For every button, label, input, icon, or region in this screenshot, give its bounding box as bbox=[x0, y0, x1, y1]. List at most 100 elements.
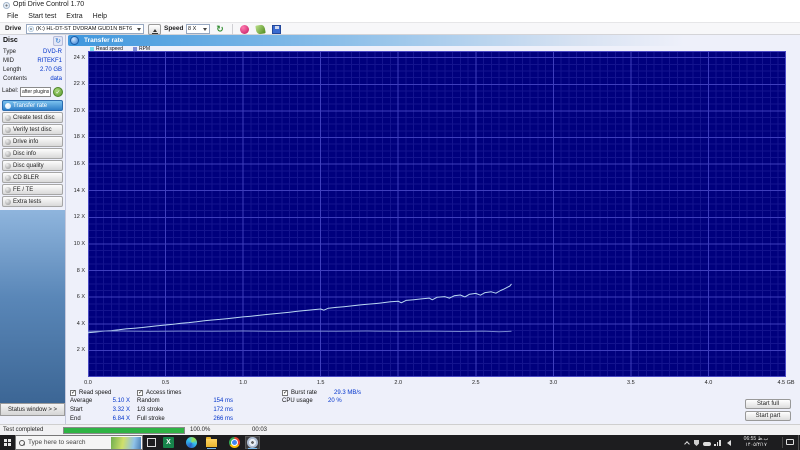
sidebar-item-transfer-rate[interactable]: Transfer rate bbox=[2, 100, 63, 111]
shield-icon[interactable] bbox=[694, 440, 699, 446]
sidebar-item-label: Create test disc bbox=[13, 114, 55, 121]
panel-header: Transfer rate bbox=[68, 35, 794, 46]
disc-info-value: DVD-R bbox=[43, 49, 62, 55]
stat-label: Average bbox=[70, 398, 93, 404]
toolbar-separator bbox=[232, 24, 233, 35]
sidebar-item-disc-quality[interactable]: Disc quality bbox=[2, 160, 63, 171]
windows-logo-icon bbox=[4, 439, 11, 446]
sidebar-item-cd-bler[interactable]: CD BLER bbox=[2, 172, 63, 183]
task-view-icon[interactable] bbox=[147, 438, 156, 447]
access-times-title: Access times bbox=[146, 389, 182, 396]
disc-info-row: Contents data bbox=[0, 75, 65, 84]
chevron-down-icon bbox=[137, 28, 141, 33]
menu-extra[interactable]: Extra bbox=[61, 11, 87, 22]
file-explorer-icon[interactable] bbox=[206, 437, 217, 449]
windows-taskbar: Type here to search 06:55 ب.ظ ۱۴۰۵/۴/۱۷ bbox=[0, 435, 800, 450]
access-times-checkbox[interactable] bbox=[137, 389, 143, 396]
y-tick-label: 6 X bbox=[76, 294, 85, 301]
status-window-button[interactable]: Status window > > bbox=[0, 403, 65, 416]
sidebar-item-fe-te[interactable]: FE / TE bbox=[2, 184, 63, 195]
save-icon[interactable] bbox=[272, 25, 281, 34]
volume-icon[interactable] bbox=[724, 440, 731, 446]
stat-value: 266 ms bbox=[213, 416, 233, 422]
read-speed-stats: Read speed Average 5.10 X Start 3.32 X End 6.… bbox=[70, 388, 130, 424]
y-tick-label: 14 X bbox=[73, 187, 85, 194]
y-tick-label: 10 X bbox=[73, 240, 85, 247]
screenshot-icon[interactable] bbox=[240, 25, 249, 34]
sidebar-item-label: Transfer rate bbox=[13, 102, 48, 109]
disc-info-row: Type DVD-R bbox=[0, 48, 65, 57]
speed-label: Speed bbox=[164, 25, 184, 32]
sidebar-item-label: CD BLER bbox=[13, 174, 40, 181]
burst-rate-checkbox[interactable] bbox=[282, 389, 288, 396]
progress-percent: 100.0% bbox=[190, 427, 211, 433]
speed-select[interactable]: 8 X bbox=[186, 24, 210, 34]
edge-icon[interactable] bbox=[186, 437, 197, 448]
search-placeholder: Type here to search bbox=[28, 439, 86, 446]
sidebar-item-disc-info[interactable]: Disc info bbox=[2, 148, 63, 159]
drive-select[interactable]: (K:) HL-DT-ST DVDRAM GUD1N BFT6 bbox=[26, 24, 144, 34]
transfer-rate-chart bbox=[88, 51, 786, 377]
cpu-usage-value: 20 % bbox=[328, 398, 342, 404]
start-full-button[interactable]: Start full bbox=[745, 399, 791, 409]
disc-info-label: Length bbox=[3, 67, 22, 73]
eject-button[interactable] bbox=[148, 24, 161, 35]
series-rpm-line bbox=[88, 330, 512, 333]
refresh-disc-icon[interactable]: ↻ bbox=[53, 36, 63, 46]
title-bar: Opti Drive Control 1.70 bbox=[0, 0, 800, 11]
disc-label-row: Label: ✓ bbox=[0, 86, 65, 98]
read-speed-checkbox[interactable] bbox=[70, 389, 76, 396]
start-part-button[interactable]: Start part bbox=[745, 411, 791, 421]
disc-info-value: 2.70 GB bbox=[39, 67, 62, 73]
stat-row: Start 3.32 X bbox=[70, 406, 130, 415]
search-highlight-image bbox=[111, 437, 141, 449]
chrome-icon[interactable] bbox=[229, 437, 240, 448]
y-tick-label: 12 X bbox=[73, 214, 85, 221]
opti-drive-control-taskbar-button[interactable] bbox=[245, 436, 260, 449]
sidebar-item-create-test-disc[interactable]: Create test disc bbox=[2, 112, 63, 123]
menu-help[interactable]: Help bbox=[88, 11, 112, 22]
test-icon bbox=[5, 198, 11, 205]
x-tick-label: 1.0 bbox=[239, 380, 247, 386]
sidebar-item-label: FE / TE bbox=[13, 186, 34, 193]
sidebar-item-extra-tests[interactable]: Extra tests bbox=[2, 196, 63, 207]
legend-swatch bbox=[132, 46, 137, 51]
sidebar-filler bbox=[0, 210, 65, 403]
sidebar: Disc ↻ Type DVD-R MID RITEKF1 Length 2.70 GB C… bbox=[0, 35, 66, 424]
taskbar-search[interactable]: Type here to search bbox=[15, 435, 143, 450]
label-caption: Label: bbox=[2, 88, 19, 94]
test-icon bbox=[5, 114, 11, 121]
show-desktop-button[interactable] bbox=[798, 435, 799, 450]
refresh-icon[interactable]: ↻ bbox=[214, 23, 226, 35]
read-speed-title: Read speed bbox=[79, 389, 112, 396]
apply-label-button[interactable]: ✓ bbox=[53, 87, 63, 97]
burst-rate-value: 29.3 MB/s bbox=[334, 389, 362, 396]
panel-title: Transfer rate bbox=[84, 37, 124, 44]
disc-info-value: data bbox=[50, 76, 62, 82]
start-button[interactable] bbox=[0, 435, 15, 450]
chevron-up-icon[interactable] bbox=[684, 441, 690, 447]
test-icon bbox=[5, 138, 11, 145]
notification-center-icon[interactable] bbox=[786, 439, 794, 445]
test-icon bbox=[5, 102, 11, 109]
sidebar-item-verify-test-disc[interactable]: Verify test disc bbox=[2, 124, 63, 135]
test-icon bbox=[5, 150, 11, 157]
taskbar-clock[interactable]: 06:55 ب.ظ ۱۴۰۵/۴/۱۷ bbox=[736, 436, 776, 448]
stat-row: End 6.84 X bbox=[70, 415, 130, 424]
menu-file[interactable]: File bbox=[2, 11, 23, 22]
stat-value: 154 ms bbox=[213, 398, 233, 404]
disc-label-input[interactable] bbox=[20, 87, 51, 97]
search-icon bbox=[19, 439, 25, 446]
disc-info-label: Contents bbox=[3, 76, 28, 82]
onedrive-icon[interactable] bbox=[703, 442, 711, 446]
sidebar-item-drive-info[interactable]: Drive info bbox=[2, 136, 63, 147]
excel-icon[interactable] bbox=[163, 437, 174, 448]
disc-info-label: MID bbox=[3, 58, 14, 64]
y-tick-label: 24 X bbox=[73, 54, 85, 61]
menu-start-test[interactable]: Start test bbox=[23, 11, 61, 22]
network-icon[interactable] bbox=[714, 440, 721, 446]
report-icon[interactable] bbox=[255, 24, 266, 35]
stat-label: Full stroke bbox=[137, 416, 165, 422]
stat-value: 172 ms bbox=[213, 407, 233, 413]
x-tick-label: 2.5 bbox=[471, 380, 480, 386]
